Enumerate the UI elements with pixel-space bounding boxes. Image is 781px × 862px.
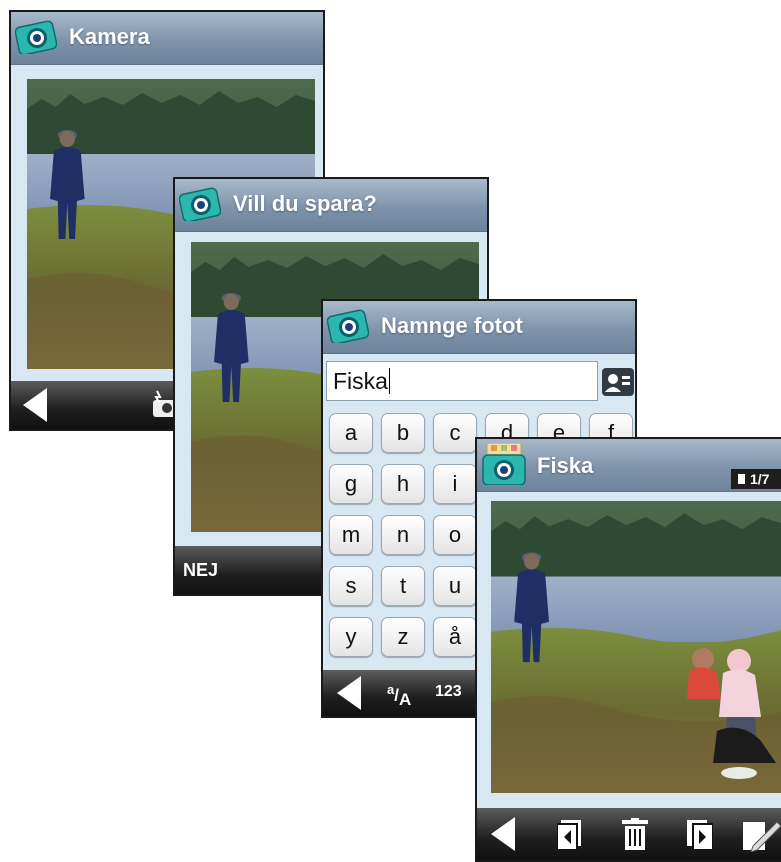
numbers-button[interactable]: 123 [435, 683, 462, 701]
camera-icon [327, 309, 369, 343]
case-toggle-button[interactable]: a/A [387, 682, 411, 710]
title-bar: Namnge fotot [323, 301, 635, 354]
key-c[interactable]: c [433, 413, 477, 453]
photo-stack-icon [738, 474, 745, 484]
trash-icon[interactable] [622, 818, 648, 850]
previous-photo-icon[interactable] [557, 820, 583, 850]
page-title: Fiska [537, 453, 594, 478]
counter-text: 1/7 [750, 471, 770, 487]
key-i[interactable]: i [433, 464, 477, 504]
key-h[interactable]: h [381, 464, 425, 504]
key-s[interactable]: s [329, 566, 373, 606]
back-arrow-icon[interactable] [491, 817, 515, 851]
bottom-toolbar [477, 808, 781, 860]
next-photo-icon[interactable] [687, 820, 713, 850]
no-button[interactable]: NEJ [183, 560, 218, 581]
photo-viewer-screen: Fiska 1/7 [475, 437, 781, 862]
key-g[interactable]: g [329, 464, 373, 504]
page-title: Namnge fotot [381, 313, 523, 338]
photo-name-input[interactable]: Fiska​ [326, 361, 598, 401]
key-y[interactable]: y [329, 617, 373, 657]
photo-counter: 1/7 [731, 469, 781, 489]
page-title: Kamera [69, 24, 150, 49]
key-b[interactable]: b [381, 413, 425, 453]
camera-icon [15, 20, 57, 54]
key-t[interactable]: t [381, 566, 425, 606]
back-arrow-icon[interactable] [337, 676, 361, 710]
pencil-icon[interactable] [743, 818, 781, 852]
key-o[interactable]: o [433, 515, 477, 555]
key-z[interactable]: z [381, 617, 425, 657]
page-title: Vill du spara? [233, 191, 377, 216]
key-a[interactable]: a [329, 413, 373, 453]
photo-display [491, 501, 781, 793]
key-u[interactable]: u [433, 566, 477, 606]
input-value: Fiska [333, 368, 388, 394]
key-a-ring[interactable]: å [433, 617, 477, 657]
camera-icon [179, 187, 221, 221]
key-m[interactable]: m [329, 515, 373, 555]
gallery-icon [482, 443, 526, 485]
title-bar: Vill du spara? [175, 179, 487, 232]
title-bar: Kamera [11, 12, 323, 65]
contact-card-icon[interactable] [602, 368, 634, 396]
text-cursor: ​ [388, 368, 390, 394]
title-bar: Fiska 1/7 [477, 439, 781, 492]
back-arrow-icon[interactable] [23, 388, 47, 422]
key-n[interactable]: n [381, 515, 425, 555]
